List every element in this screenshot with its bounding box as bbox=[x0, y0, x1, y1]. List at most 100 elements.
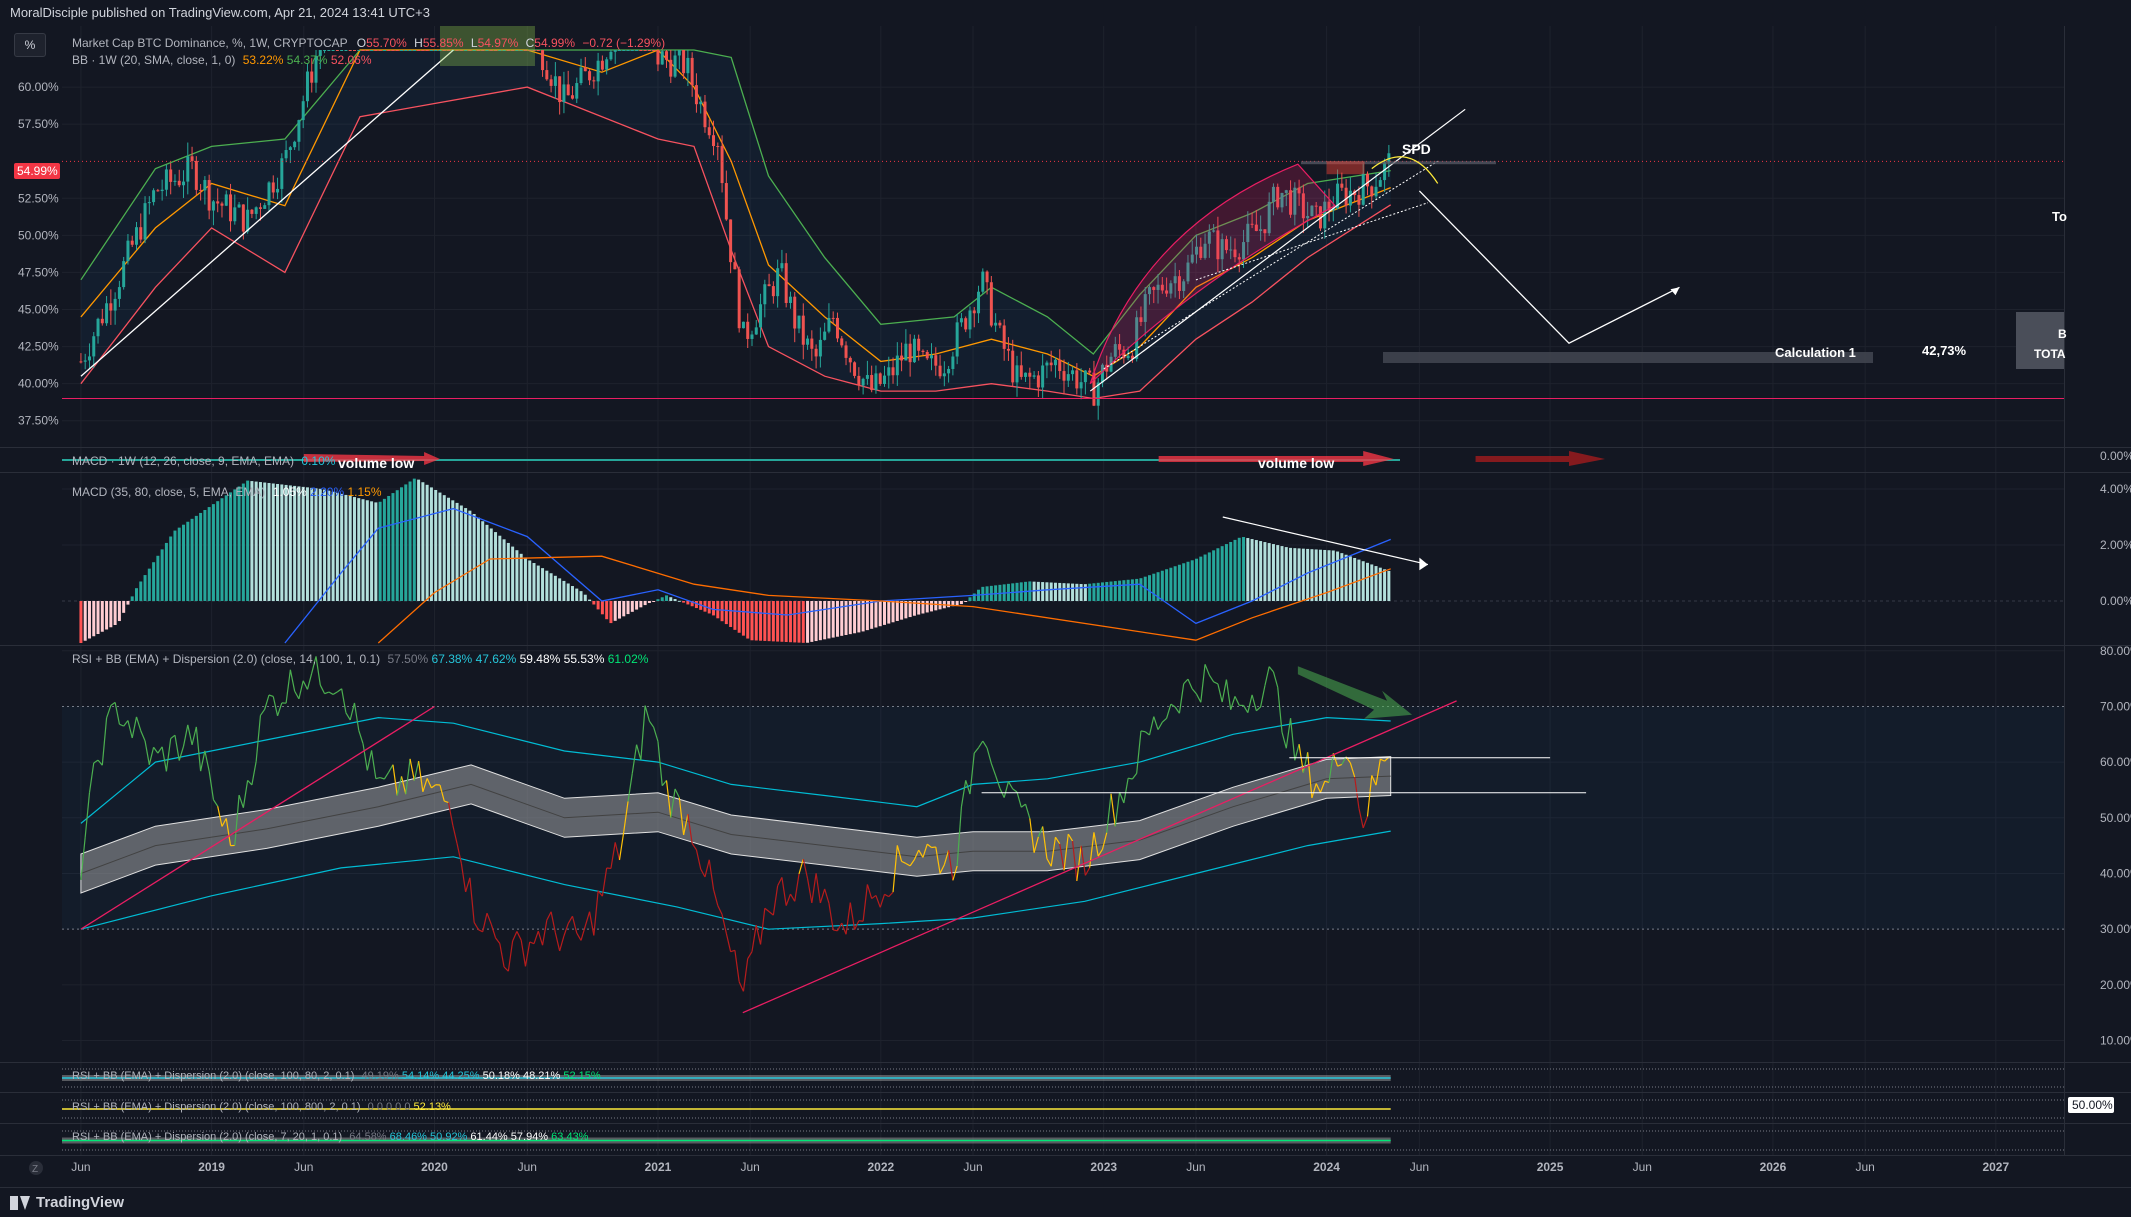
macd2-legend[interactable]: MACD (35, 80, close, 5, EMA, EMA) 1.05% … bbox=[72, 485, 382, 499]
candle-body bbox=[673, 55, 677, 77]
change-value: −0.72 (−1.29%) bbox=[582, 36, 666, 50]
candle-body bbox=[297, 120, 301, 142]
candle-body bbox=[305, 71, 309, 102]
rsi-tick-label: 30.00% bbox=[2100, 922, 2131, 936]
svg-text:50.00%: 50.00% bbox=[2072, 1098, 2113, 1112]
candle-body bbox=[160, 189, 164, 192]
macd-hist-bar bbox=[1344, 554, 1348, 601]
candle-body bbox=[258, 207, 262, 209]
rsi-line-segment bbox=[1140, 730, 1146, 733]
macd-hist-bar bbox=[1053, 582, 1057, 601]
macd-hist-bar bbox=[378, 501, 382, 601]
macd-hist-bar bbox=[459, 505, 463, 601]
candle-body bbox=[716, 146, 720, 148]
spd-label: SPD bbox=[1402, 141, 1431, 157]
macd-hist-bar bbox=[780, 601, 784, 642]
rsi-b-legend[interactable]: RSI + BB (EMA) + Dispersion (2.0) (close… bbox=[72, 1101, 451, 1113]
tradingview-logo[interactable]: TradingView bbox=[10, 1194, 124, 1211]
candle-body bbox=[237, 204, 241, 208]
candle-body bbox=[417, 50, 421, 51]
macd-hist-bar bbox=[472, 513, 476, 601]
macd-hist-bar bbox=[186, 521, 190, 601]
macd-hist-bar bbox=[823, 601, 827, 640]
rsi-legend[interactable]: RSI + BB (EMA) + Dispersion (2.0) (close… bbox=[72, 652, 648, 666]
macd-hist-bar bbox=[327, 490, 331, 601]
macd-hist-bar bbox=[541, 568, 545, 601]
candle-body bbox=[656, 50, 660, 65]
macd2-label: MACD (35, 80, close, 5, EMA, EMA) bbox=[72, 485, 266, 499]
macd-hist-bar bbox=[280, 484, 284, 601]
candle-body bbox=[904, 343, 908, 361]
macd-hist-bar bbox=[511, 546, 515, 601]
macd-hist-bar bbox=[1280, 546, 1284, 601]
candle-body bbox=[938, 365, 942, 377]
pane4-badge: 50.00% bbox=[2068, 1097, 2114, 1113]
candle-body bbox=[835, 317, 839, 339]
candle-body bbox=[870, 375, 874, 391]
tradingview-logo-icon bbox=[10, 1195, 30, 1210]
macd-hist-bar bbox=[1306, 548, 1310, 601]
candle-body bbox=[391, 50, 395, 51]
unit-toggle-button[interactable]: % bbox=[14, 33, 46, 57]
candle-body bbox=[152, 190, 156, 203]
time-axis-z-button[interactable]: Z bbox=[29, 1161, 43, 1175]
candle-body bbox=[788, 296, 792, 303]
rsi-a-v5: 52.15% bbox=[563, 1070, 601, 1082]
rsi-c-v4: 57.94% bbox=[510, 1131, 549, 1143]
main-legend[interactable]: Market Cap BTC Dominance, %, 1W, CRYPTOC… bbox=[72, 36, 665, 50]
macd-hist-bar bbox=[639, 601, 643, 608]
candle-body bbox=[147, 202, 151, 204]
macd-hist-bar bbox=[575, 588, 579, 601]
macd-hist-bar bbox=[1169, 567, 1173, 601]
candle-body bbox=[942, 373, 946, 377]
rsi-v2: 47.62% bbox=[475, 652, 517, 666]
candle-body bbox=[1374, 186, 1378, 197]
macd-hist-bar bbox=[959, 601, 963, 605]
candle-body bbox=[83, 360, 87, 362]
bb-legend[interactable]: BB · 1W (20, SMA, close, 1, 0) 53.22% 54… bbox=[72, 53, 372, 67]
candle-body bbox=[130, 240, 134, 245]
macd1-legend[interactable]: MACD · 1W (12, 26, close, 9, EMA, EMA) 0… bbox=[72, 454, 335, 468]
macd-hist-bar bbox=[647, 601, 651, 603]
macd-hist-bar bbox=[229, 492, 233, 601]
candle-body bbox=[566, 84, 570, 96]
price-tick-label: 57.50% bbox=[18, 117, 59, 131]
rsi-a-legend[interactable]: RSI + BB (EMA) + Dispersion (2.0) (close… bbox=[72, 1070, 601, 1082]
candle-body bbox=[105, 303, 109, 324]
macd-hist-bar bbox=[806, 601, 810, 643]
candle-body bbox=[1024, 372, 1028, 377]
macd-hist-bar bbox=[365, 500, 369, 601]
macd-hist-bar bbox=[1293, 548, 1297, 601]
candle-body bbox=[182, 181, 186, 186]
macd-hist-bar bbox=[117, 601, 121, 622]
macd-hist-bar bbox=[310, 487, 314, 601]
macd-hist-bar bbox=[408, 481, 412, 601]
rsi-c-label: RSI + BB (EMA) + Dispersion (2.0) (close… bbox=[72, 1131, 343, 1143]
macd-hist-bar bbox=[1276, 545, 1280, 601]
candle-body bbox=[989, 282, 993, 326]
candle-body bbox=[665, 51, 669, 60]
candle-body bbox=[113, 298, 117, 311]
macd-hist-bar bbox=[665, 595, 669, 601]
macd-hist-bar bbox=[220, 498, 224, 601]
macd-hist-bar bbox=[1152, 573, 1156, 601]
macd-tick-label: 0.00% bbox=[2100, 594, 2131, 608]
rsi-c-legend[interactable]: RSI + BB (EMA) + Dispersion (2.0) (close… bbox=[72, 1131, 588, 1143]
rsi-c-v2: 50.92% bbox=[430, 1131, 468, 1143]
candle-body bbox=[122, 261, 126, 288]
candle-body bbox=[352, 50, 356, 51]
macd-hist-bar bbox=[1318, 549, 1322, 601]
macd-hist-bar bbox=[750, 601, 754, 641]
price-tick-label: 40.00% bbox=[18, 377, 59, 391]
candle-body bbox=[1344, 187, 1348, 206]
macd-hist-bar bbox=[1383, 569, 1387, 601]
candle-body bbox=[109, 303, 113, 311]
macd-hist-bar bbox=[652, 601, 656, 602]
candle-body bbox=[968, 310, 972, 330]
chart-canvas[interactable]: 60.00% 57.50% 52.50% 50.00% 47.50% 45.00% 42.5… bbox=[0, 26, 2131, 1187]
macd-hist-bar bbox=[156, 555, 160, 601]
macd-hist-bar bbox=[1083, 584, 1087, 601]
macd-hist-bar bbox=[797, 601, 801, 643]
macd-hist-bar bbox=[199, 512, 203, 601]
candle-body bbox=[143, 203, 147, 240]
